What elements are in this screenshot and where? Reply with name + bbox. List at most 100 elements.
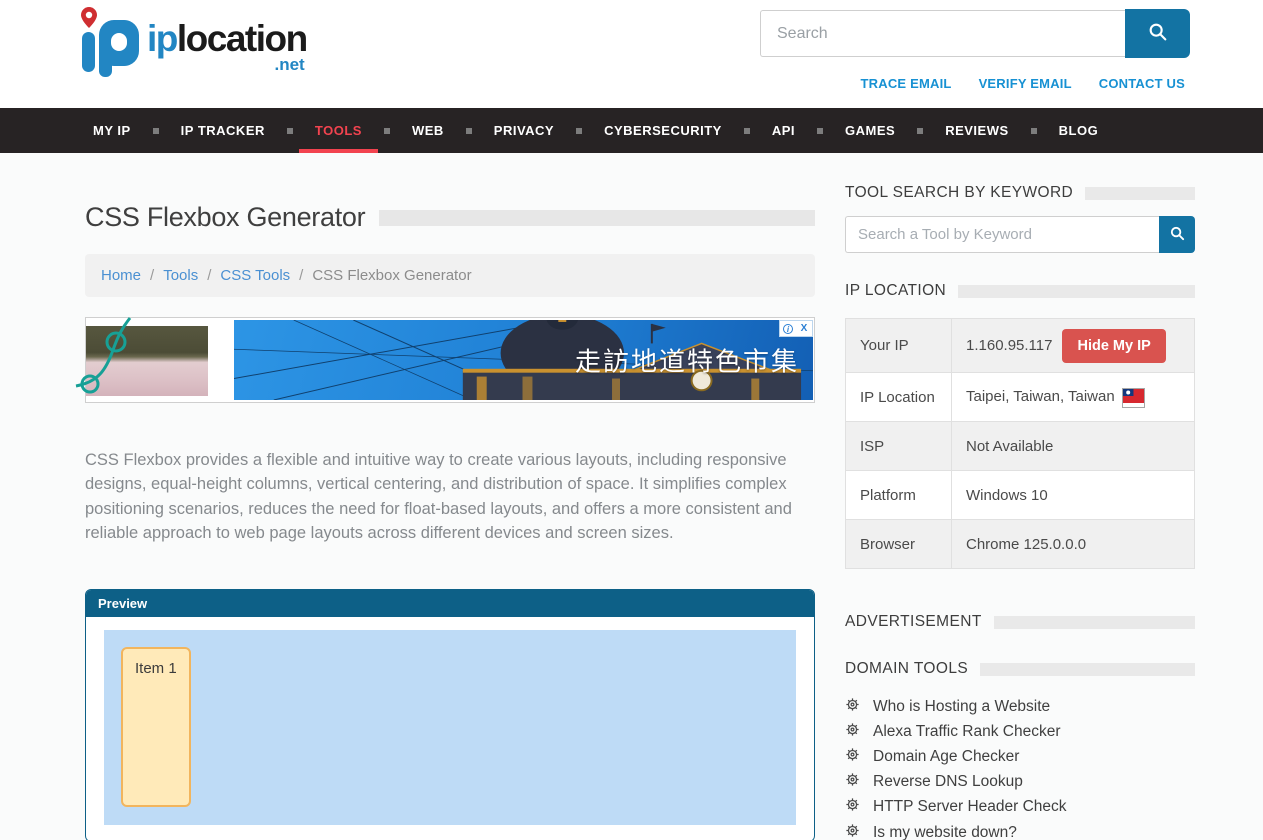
row-value: Chrome 125.0.0.0 (952, 520, 1195, 569)
adchoices-close-icon[interactable]: X (796, 321, 812, 336)
ad-main-image: 走訪地道特色市集 i X (234, 320, 813, 400)
tool-search (845, 216, 1195, 253)
domain-tool-link[interactable]: Alexa Traffic Rank Checker (873, 723, 1061, 741)
nav-separator (1031, 128, 1037, 134)
row-label: ISP (846, 422, 952, 471)
main-column: CSS Flexbox Generator Home / Tools / CSS… (85, 153, 815, 840)
ip-location-table: Your IP 1.160.95.117Hide My IP IP Locati… (845, 318, 1195, 569)
search-icon (1147, 21, 1169, 46)
list-item[interactable]: Domain Age Checker (845, 744, 1195, 769)
nav-item-privacy[interactable]: PRIVACY (486, 108, 562, 153)
breadcrumb-separator: / (207, 267, 211, 284)
trace-email-link[interactable]: TRACE EMAIL (861, 76, 952, 91)
tool-description: CSS Flexbox provides a flexible and intu… (85, 448, 797, 546)
tool-search-input[interactable] (845, 216, 1159, 253)
list-item[interactable]: Who is Hosting a Website (845, 694, 1195, 719)
nav-item-games[interactable]: GAMES (837, 108, 903, 153)
nav-separator (153, 128, 159, 134)
adchoices-info-icon[interactable]: i (780, 321, 796, 336)
ad-banner[interactable]: 走訪地道特色市集 i X (85, 317, 815, 403)
content: CSS Flexbox Generator Home / Tools / CSS… (0, 153, 1263, 840)
heading-decoration-bar (1085, 187, 1195, 200)
nav-item-blog[interactable]: BLOG (1051, 108, 1107, 153)
row-value: Windows 10 (952, 471, 1195, 520)
flex-preview-item[interactable]: Item 1 (121, 647, 191, 807)
nav-separator (384, 128, 390, 134)
contact-us-link[interactable]: CONTACT US (1099, 76, 1185, 91)
nav-separator (466, 128, 472, 134)
preview-card: Preview Item 1 (85, 589, 815, 840)
page: iplocation .net TRACE EMAIL VERIFY EMAIL… (0, 0, 1263, 840)
preview-body: Item 1 (86, 617, 814, 840)
nav-item-api[interactable]: API (764, 108, 803, 153)
logo-location: location (177, 18, 307, 59)
nav-separator (917, 128, 923, 134)
breadcrumb-separator: / (150, 267, 154, 284)
row-label: IP Location (846, 373, 952, 422)
heading-decoration-bar (994, 616, 1195, 629)
tool-search-button[interactable] (1159, 216, 1195, 253)
nav-item-tools[interactable]: TOOLS (307, 108, 370, 153)
table-row: ISP Not Available (846, 422, 1195, 471)
nav-separator (817, 128, 823, 134)
ip-location-value: Taipei, Taiwan, Taiwan (966, 388, 1115, 405)
row-value: 1.160.95.117Hide My IP (952, 319, 1195, 373)
nav-item-web[interactable]: WEB (404, 108, 452, 153)
breadcrumb-css-tools[interactable]: CSS Tools (220, 267, 290, 284)
nav-separator (576, 128, 582, 134)
gear-icon (845, 797, 860, 817)
flex-preview-container: Item 1 (104, 630, 796, 825)
domain-tool-link[interactable]: Reverse DNS Lookup (873, 773, 1023, 791)
advertisement-heading: ADVERTISEMENT (845, 613, 982, 631)
site-search-button[interactable] (1125, 9, 1190, 58)
gear-icon (845, 747, 860, 767)
adchoices: i X (779, 320, 813, 337)
heading-decoration-bar (980, 663, 1195, 676)
breadcrumb-home[interactable]: Home (101, 267, 141, 284)
list-item[interactable]: Is my website down? (845, 820, 1195, 840)
ad-route-line (80, 312, 214, 408)
gear-icon (845, 823, 860, 840)
nav-item-my-ip[interactable]: MY IP (85, 108, 139, 153)
site-header: iplocation .net TRACE EMAIL VERIFY EMAIL… (0, 0, 1263, 108)
logo-text: iplocation .net (147, 20, 307, 74)
nav-separator (287, 128, 293, 134)
search-icon (1169, 225, 1186, 245)
table-row: Your IP 1.160.95.117Hide My IP (846, 319, 1195, 373)
domain-tool-link[interactable]: HTTP Server Header Check (873, 798, 1067, 816)
header-links: TRACE EMAIL VERIFY EMAIL CONTACT US (861, 76, 1185, 91)
gear-icon (845, 772, 860, 792)
list-item[interactable]: Alexa Traffic Rank Checker (845, 719, 1195, 744)
domain-tools-heading: DOMAIN TOOLS (845, 660, 968, 678)
verify-email-link[interactable]: VERIFY EMAIL (979, 76, 1072, 91)
nav-separator (744, 128, 750, 134)
logo-net: .net (147, 56, 307, 74)
domain-tools-heading-row: DOMAIN TOOLS (845, 660, 1195, 678)
list-item[interactable]: Reverse DNS Lookup (845, 770, 1195, 795)
table-row: Platform Windows 10 (846, 471, 1195, 520)
domain-tool-link[interactable]: Who is Hosting a Website (873, 698, 1050, 716)
row-label: Your IP (846, 319, 952, 373)
logo[interactable]: iplocation .net (75, 6, 307, 83)
table-row: IP Location Taipei, Taiwan, Taiwan (846, 373, 1195, 422)
nav-item-ip-tracker[interactable]: IP TRACKER (173, 108, 273, 153)
ip-location-heading-row: IP LOCATION (845, 282, 1195, 300)
row-value: Taipei, Taiwan, Taiwan (952, 373, 1195, 422)
gear-icon (845, 697, 860, 717)
row-label: Platform (846, 471, 952, 520)
breadcrumb: Home / Tools / CSS Tools / CSS Flexbox G… (85, 254, 815, 297)
site-search-input[interactable] (760, 10, 1125, 57)
heading-decoration-bar (958, 285, 1195, 298)
nav-item-reviews[interactable]: REVIEWS (937, 108, 1016, 153)
ad-left-image (86, 326, 208, 396)
main-nav: MY IP IP TRACKER TOOLS WEB PRIVACY CYBER… (0, 108, 1263, 153)
nav-item-cybersecurity[interactable]: CYBERSECURITY (596, 108, 730, 153)
breadcrumb-tools[interactable]: Tools (163, 267, 198, 284)
domain-tool-link[interactable]: Domain Age Checker (873, 748, 1019, 766)
domain-tool-link[interactable]: Is my website down? (873, 824, 1017, 840)
page-title: CSS Flexbox Generator (85, 202, 365, 233)
list-item[interactable]: HTTP Server Header Check (845, 795, 1195, 820)
gear-icon (845, 722, 860, 742)
hide-my-ip-button[interactable]: Hide My IP (1062, 329, 1165, 363)
table-row: Browser Chrome 125.0.0.0 (846, 520, 1195, 569)
